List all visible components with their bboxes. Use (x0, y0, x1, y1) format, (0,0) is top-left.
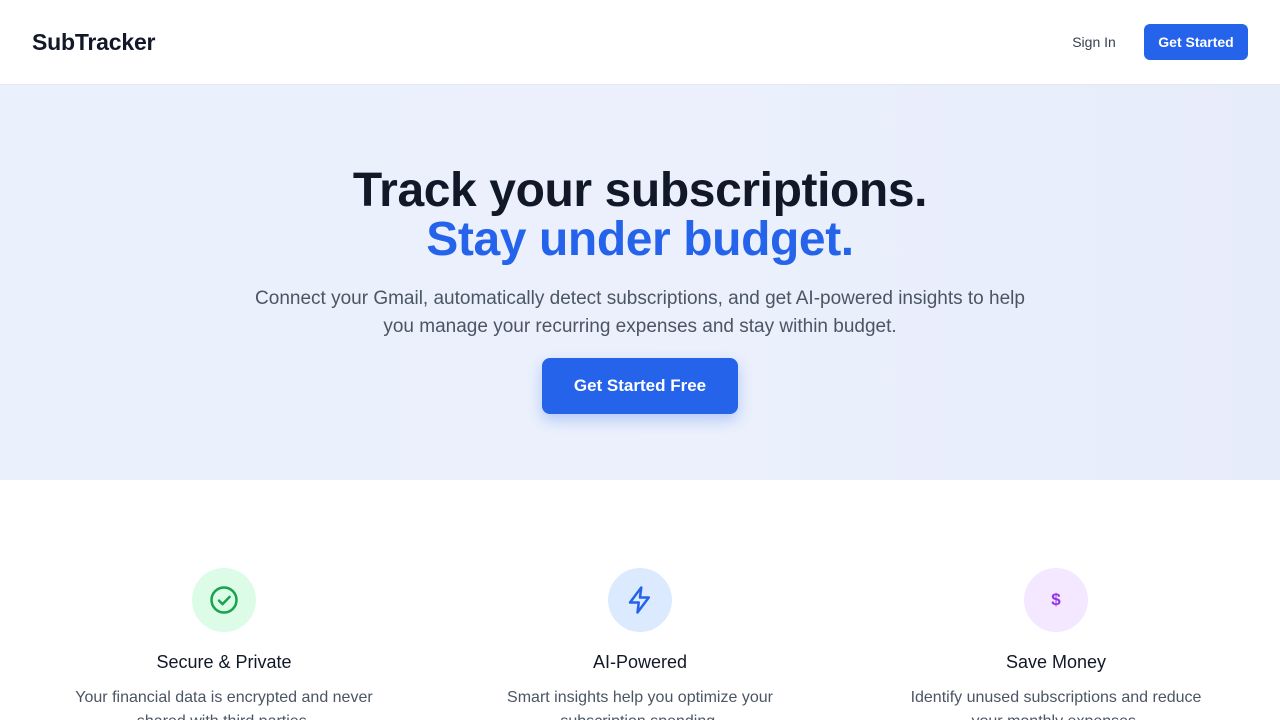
dollar-icon: $ (1024, 568, 1088, 632)
dollar-symbol: $ (1051, 590, 1061, 609)
get-started-free-button[interactable]: Get Started Free (542, 358, 738, 414)
brand-logo[interactable]: SubTracker (32, 29, 155, 56)
feature-title: AI-Powered (592, 652, 688, 672)
hero-headline-accent: Stay under budget. (426, 213, 854, 266)
get-started-button[interactable]: Get Started (1144, 24, 1248, 60)
hero-headline: Track your subscriptions. (352, 164, 928, 217)
feature-save-money: $ Save Money Identify unused subscriptio… (848, 568, 1264, 720)
feature-secure-private: Secure & Private Your financial data is … (16, 568, 432, 720)
feature-description: Smart insights help you optimize your su… (507, 689, 773, 720)
feature-description: Your financial data is encrypted and nev… (75, 689, 373, 720)
hero-subtitle: Connect your Gmail, automatically detect… (255, 288, 1025, 337)
feature-ai-powered: AI-Powered Smart insights help you optim… (432, 568, 848, 720)
check-circle-icon (192, 568, 256, 632)
top-navbar: SubTracker Sign In Get Started (0, 0, 1280, 85)
hero-section: Track your subscriptions. Stay under bud… (0, 85, 1280, 480)
feature-title: Secure & Private (156, 652, 292, 672)
sign-in-link[interactable]: Sign In (1060, 24, 1128, 60)
feature-description: Identify unused subscriptions and reduce… (910, 689, 1202, 720)
lightning-bolt-icon (608, 568, 672, 632)
feature-title: Save Money (1005, 652, 1107, 672)
